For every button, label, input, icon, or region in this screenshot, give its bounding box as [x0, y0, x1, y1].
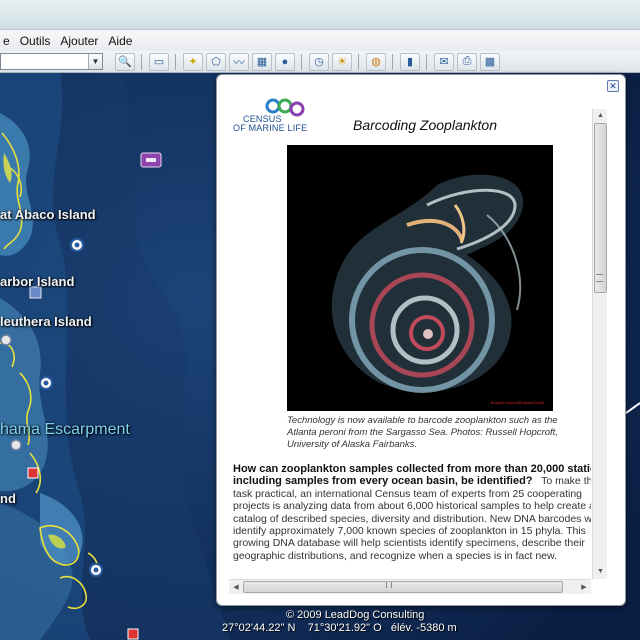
logo-text: CENSUS OF MARINE LIFE	[233, 114, 308, 133]
polygon-icon[interactable]: ⬠	[206, 52, 226, 71]
balloon-content: CENSUS OF MARINE LIFE Barcoding Zooplank…	[231, 97, 591, 587]
toolbar-separator	[301, 53, 302, 70]
balloon-title: Barcoding Zooplankton	[353, 117, 497, 133]
record-tour-icon[interactable]: ●	[275, 52, 295, 71]
scroll-grip-icon	[596, 274, 603, 282]
scroll-up-icon[interactable]: ▲	[593, 109, 608, 123]
vertical-scrollbar[interactable]: ▲ ▼	[592, 109, 607, 579]
toolbar-separator	[141, 53, 142, 70]
photo-caption: Technology is now available to barcode z…	[287, 415, 558, 450]
map-label-island[interactable]: nd	[0, 491, 16, 506]
menu-help[interactable]: Aide	[103, 34, 137, 48]
close-icon[interactable]: ✕	[607, 80, 619, 92]
article-text: To make the task practical, an internati…	[233, 475, 591, 562]
google-earth-window: e Outils Ajouter Aide ▼ 🔍 ▭ ✦ ⬠ 〰 ▦ ● ◷ …	[0, 0, 640, 640]
view-in-maps-icon[interactable]: ▩	[480, 52, 500, 71]
latitude-readout: 27°02'44.22" N	[222, 622, 296, 634]
toolbar-separator	[358, 53, 359, 70]
search-icon[interactable]: 🔍	[115, 52, 135, 71]
map-label-escarpment[interactable]: hama Escarpment	[0, 421, 130, 439]
map-label-harbor[interactable]: arbor Island	[0, 274, 74, 289]
image-overlay-icon[interactable]: ▦	[252, 52, 272, 71]
scroll-down-icon[interactable]: ▼	[593, 565, 608, 579]
menu-edit[interactable]: e	[0, 34, 15, 48]
scroll-grip-icon	[386, 582, 392, 588]
census-of-marine-life-logo: CENSUS OF MARINE LIFE	[231, 97, 317, 133]
zooplankton-photo: Russell Hopcroft/CMarZ/CoML	[287, 145, 553, 411]
horizontal-scrollbar[interactable]: ◀ ▶	[229, 579, 591, 594]
ruler-icon[interactable]: ▮	[400, 52, 420, 71]
photo-credit: Russell Hopcroft/CMarZ/CoML	[490, 400, 545, 405]
search-input[interactable]: ▼	[0, 53, 103, 70]
menu-bar: e Outils Ajouter Aide	[0, 30, 640, 51]
email-icon[interactable]: ✉	[434, 52, 454, 71]
menu-tools[interactable]: Outils	[15, 34, 56, 48]
sidebar-toggle-icon[interactable]: ▭	[149, 52, 169, 71]
search-dropdown-chevron-icon[interactable]: ▼	[88, 54, 102, 69]
placemark-icon[interactable]: ✦	[183, 52, 203, 71]
horizontal-scroll-thumb[interactable]	[243, 581, 563, 593]
article-body: How can zooplankton samples collected fr…	[233, 463, 591, 562]
copyright-text: © 2009 LeadDog Consulting	[286, 609, 425, 621]
map-label-eleuthera[interactable]: leuthera Island	[0, 314, 92, 329]
toolbar-separator	[175, 53, 176, 70]
map-label-abaco[interactable]: at Abaco Island	[0, 207, 96, 222]
elevation-readout: élév. -5380 m	[390, 622, 457, 634]
article-question: How can zooplankton samples collected fr…	[233, 463, 591, 488]
toolbar: ▼ 🔍 ▭ ✦ ⬠ 〰 ▦ ● ◷ ☀ ◍ ▮ ✉ ⎙ ▩	[0, 51, 640, 73]
longitude-readout: 71°30'21.92" O	[307, 622, 382, 634]
status-bar: 27°02'44.22" N 71°30'21.92" O élév. -538…	[222, 622, 640, 634]
print-icon[interactable]: ⎙	[457, 52, 477, 71]
toolbar-separator	[392, 53, 393, 70]
scroll-left-icon[interactable]: ◀	[229, 580, 243, 595]
window-title-bar	[0, 0, 640, 30]
menu-add[interactable]: Ajouter	[55, 34, 103, 48]
toolbar-separator	[426, 53, 427, 70]
vertical-scroll-thumb[interactable]	[594, 123, 607, 293]
atlanta-peroni-image	[287, 145, 553, 411]
info-balloon: ✕ CENSUS OF MARINE LIFE Barcoding Zoopla…	[216, 74, 626, 606]
sunlight-icon[interactable]: ☀	[332, 52, 352, 71]
path-icon[interactable]: 〰	[229, 52, 249, 71]
scroll-right-icon[interactable]: ▶	[577, 580, 591, 595]
historical-imagery-icon[interactable]: ◷	[309, 52, 329, 71]
planets-icon[interactable]: ◍	[366, 52, 386, 71]
